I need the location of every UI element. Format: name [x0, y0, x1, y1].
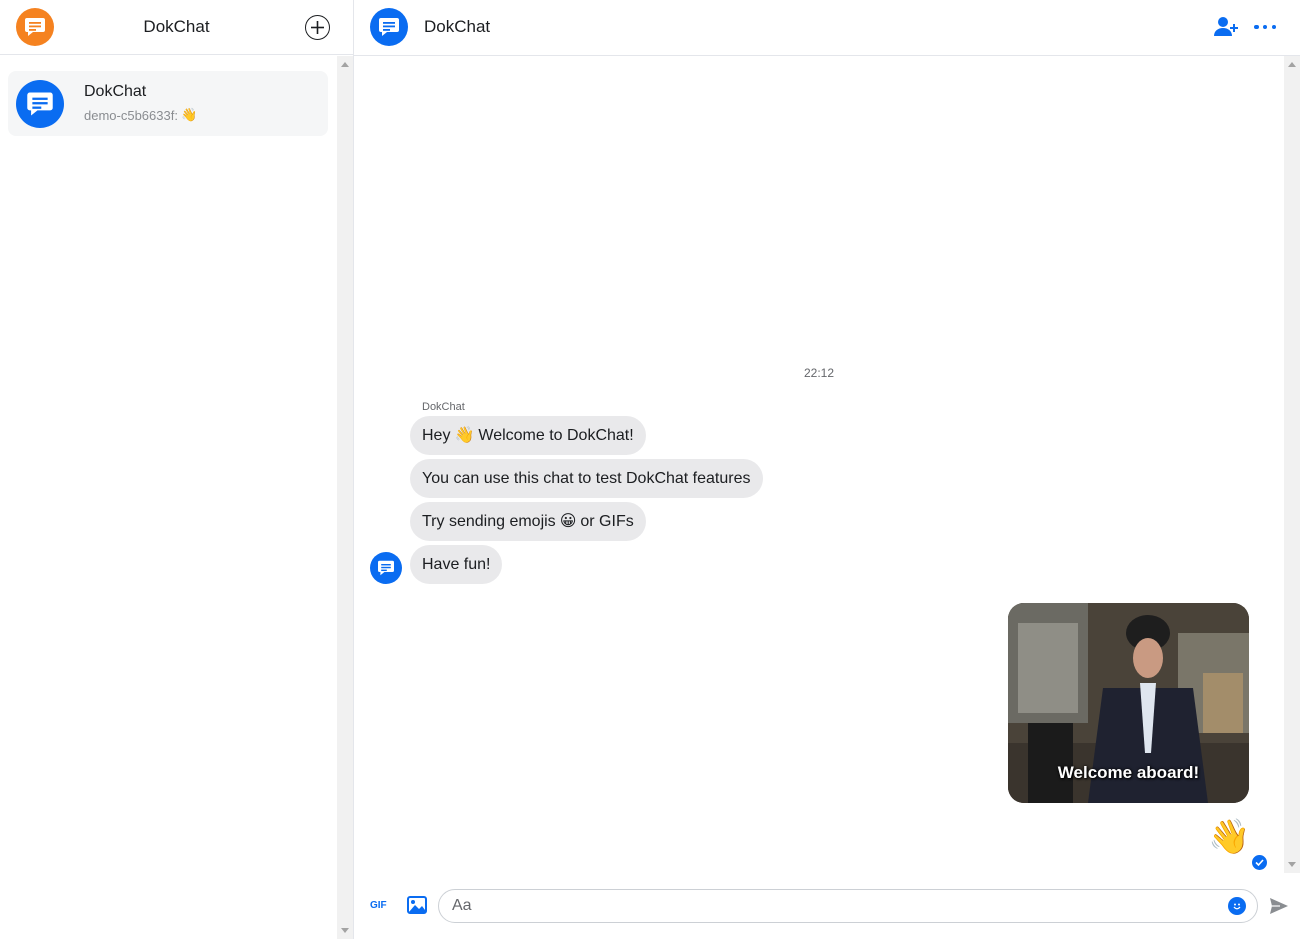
scroll-up-icon[interactable]	[1288, 62, 1296, 67]
wave-emoji-icon: 👋	[180, 107, 198, 122]
more-dots-icon	[1262, 24, 1268, 30]
gif-button[interactable]: GIF	[370, 900, 387, 911]
chat-avatar	[370, 8, 408, 46]
sidebar-header: DokChat	[0, 0, 353, 55]
message-timestamp: 22:12	[803, 366, 835, 380]
add-user-icon	[1214, 17, 1238, 36]
message-bubble[interactable]: Have fun!	[410, 545, 503, 584]
scroll-down-icon[interactable]	[1288, 862, 1296, 867]
wave-emoji-icon: 👋	[1208, 818, 1251, 856]
scroll-down-icon[interactable]	[341, 928, 349, 933]
sent-emoji-message[interactable]: 👋	[1208, 817, 1251, 857]
message-bubble[interactable]: Try sending emojis 😀 or GIFs	[410, 502, 646, 541]
sidebar-title: DokChat	[143, 17, 210, 36]
message-text: Welcome to DokChat!	[478, 427, 634, 444]
message-text: You can use this chat to test DokChat fe…	[422, 470, 751, 487]
message-text: Hey	[422, 427, 451, 444]
chat-panel: DokChat 22:12 DokChat Hey 👋 Welcome to D…	[354, 0, 1300, 939]
read-receipt-icon	[1252, 855, 1267, 870]
grinning-emoji-icon: 😀	[559, 513, 577, 530]
more-dots-icon	[1271, 24, 1276, 30]
message-text: or GIFs	[580, 513, 634, 530]
image-button[interactable]	[407, 896, 427, 914]
sender-avatar	[370, 552, 402, 584]
send-icon	[1270, 898, 1288, 914]
conversation-name: DokChat	[84, 83, 147, 100]
message-input[interactable]	[438, 889, 1258, 923]
send-button[interactable]	[1269, 897, 1289, 915]
image-icon	[407, 896, 427, 914]
smiley-icon	[1233, 903, 1241, 910]
wave-emoji-icon: 👋	[454, 427, 475, 444]
message-bubble[interactable]: Hey 👋 Welcome to DokChat!	[410, 416, 646, 455]
message-composer: GIF	[354, 873, 1300, 939]
sidebar: DokChat DokChat demo-c5b6633f: 👋	[0, 0, 354, 939]
new-chat-button[interactable]	[305, 15, 330, 40]
message-text: Have fun!	[422, 556, 491, 573]
message-text: Try sending emojis	[422, 513, 556, 530]
gif-caption: Welcome aboard!	[1057, 763, 1200, 782]
emoji-button[interactable]	[1228, 897, 1246, 915]
conversation-preview: demo-c5b6633f: 👋	[84, 107, 197, 123]
conversation-avatar	[16, 80, 64, 128]
more-options-button[interactable]	[1254, 18, 1276, 36]
chat-bubble-icon	[27, 92, 53, 116]
conversation-item[interactable]: DokChat demo-c5b6633f: 👋	[8, 71, 328, 136]
message-bubble[interactable]: You can use this chat to test DokChat fe…	[410, 459, 763, 498]
chat-title: DokChat	[424, 17, 491, 36]
chat-bubble-icon	[379, 18, 399, 36]
sidebar-scrollbar[interactable]	[337, 56, 353, 939]
chat-scrollbar[interactable]	[1284, 56, 1300, 873]
add-user-button[interactable]	[1214, 16, 1240, 38]
chat-header: DokChat	[354, 0, 1300, 56]
conversation-list: DokChat demo-c5b6633f: 👋	[0, 56, 337, 939]
more-dots-icon	[1254, 24, 1259, 30]
scroll-up-icon[interactable]	[341, 62, 349, 67]
message-sender-name: DokChat	[422, 401, 465, 413]
plus-circle-icon	[311, 21, 324, 34]
chat-bubble-icon	[378, 560, 394, 576]
conversation-preview-text: demo-c5b6633f:	[84, 107, 178, 123]
sent-gif-message[interactable]: Welcome aboard!	[1008, 603, 1249, 803]
